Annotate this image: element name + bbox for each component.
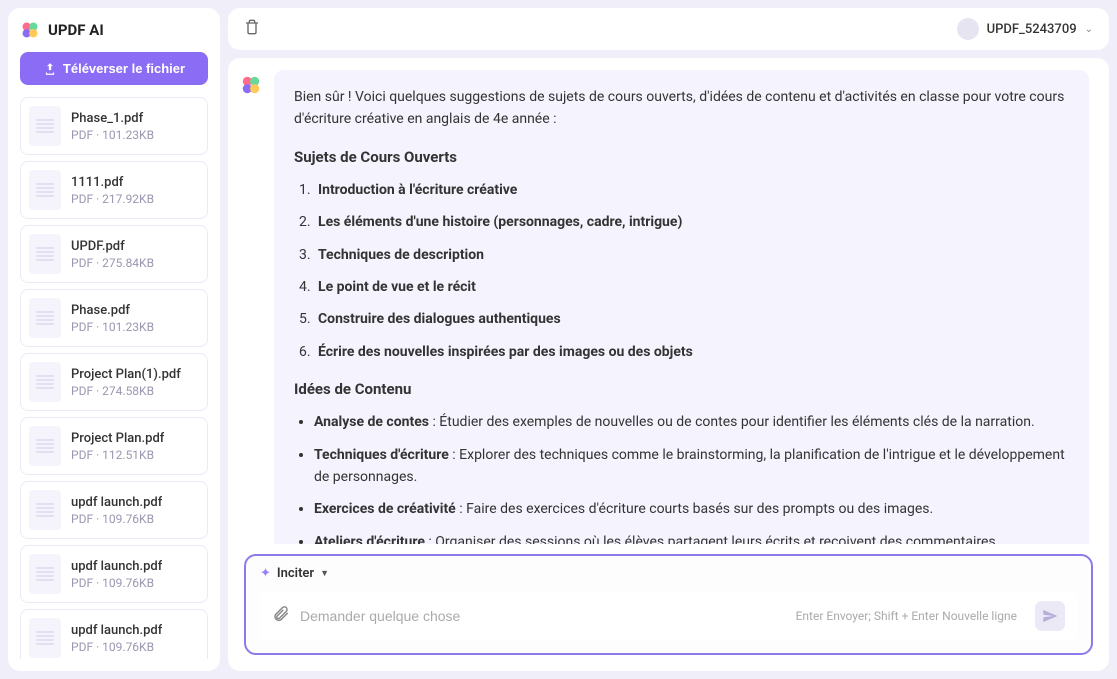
- attach-button[interactable]: [272, 605, 290, 627]
- sidebar-header: UPDF AI: [20, 20, 208, 40]
- file-name: 1111.pdf: [71, 175, 154, 190]
- input-card: ✦ Inciter ▼ Enter Envoyer; Shift + Enter…: [244, 554, 1093, 655]
- file-item[interactable]: Phase.pdf PDF · 101.23KB: [20, 289, 208, 347]
- sparkle-icon: ✦: [260, 566, 271, 581]
- sidebar: UPDF AI Téléverser le fichier Phase_1.pd…: [8, 8, 220, 671]
- input-row: Enter Envoyer; Shift + Enter Nouvelle li…: [260, 591, 1077, 641]
- trash-icon: [244, 19, 260, 35]
- paperclip-icon: [272, 605, 290, 623]
- list-item: Techniques d'écriture : Explorer des tec…: [314, 444, 1069, 489]
- chevron-down-icon: ⌄: [1085, 24, 1093, 35]
- assistant-message: Bien sûr ! Voici quelques suggestions de…: [240, 70, 1089, 544]
- file-meta: PDF · 109.76KB: [71, 640, 162, 654]
- upload-button[interactable]: Téléverser le fichier: [20, 52, 208, 85]
- list-item: Le point de vue et le récit: [314, 276, 1069, 298]
- list-item: Introduction à l'écriture créative: [314, 179, 1069, 201]
- delete-button[interactable]: [244, 19, 260, 39]
- input-hint: Enter Envoyer; Shift + Enter Nouvelle li…: [796, 609, 1017, 623]
- assistant-avatar-icon: [240, 74, 262, 96]
- chat-panel: Bien sûr ! Voici quelques suggestions de…: [228, 58, 1109, 671]
- main: UPDF_5243709 ⌄ Bien sûr ! Voici quelques…: [228, 8, 1109, 671]
- file-info: updf launch.pdf PDF · 109.76KB: [71, 623, 162, 654]
- file-name: Project Plan(1).pdf: [71, 367, 181, 382]
- bullet-list: Analyse de contes : Étudier des exemples…: [294, 411, 1069, 544]
- file-info: Phase_1.pdf PDF · 101.23KB: [71, 111, 154, 142]
- file-info: Phase.pdf PDF · 101.23KB: [71, 303, 154, 334]
- file-meta: PDF · 217.92KB: [71, 192, 154, 206]
- sidebar-title: UPDF AI: [48, 21, 104, 39]
- file-icon: [29, 618, 61, 658]
- file-icon: [29, 554, 61, 594]
- file-meta: PDF · 274.58KB: [71, 384, 181, 398]
- file-info: Project Plan(1).pdf PDF · 274.58KB: [71, 367, 181, 398]
- upload-icon: [43, 62, 57, 76]
- file-name: Phase.pdf: [71, 303, 154, 318]
- file-info: updf launch.pdf PDF · 109.76KB: [71, 495, 162, 526]
- topbar: UPDF_5243709 ⌄: [228, 8, 1109, 50]
- file-name: UPDF.pdf: [71, 239, 154, 254]
- file-item[interactable]: Phase_1.pdf PDF · 101.23KB: [20, 97, 208, 155]
- numbered-list: Introduction à l'écriture créative Les él…: [294, 179, 1069, 363]
- file-list: Phase_1.pdf PDF · 101.23KB 1111.pdf PDF …: [20, 97, 208, 659]
- file-meta: PDF · 101.23KB: [71, 128, 154, 142]
- file-icon: [29, 490, 61, 530]
- file-item[interactable]: updf launch.pdf PDF · 109.76KB: [20, 481, 208, 539]
- file-meta: PDF · 101.23KB: [71, 320, 154, 334]
- file-item[interactable]: Project Plan(1).pdf PDF · 274.58KB: [20, 353, 208, 411]
- file-icon: [29, 298, 61, 338]
- file-info: Project Plan.pdf PDF · 112.51KB: [71, 431, 164, 462]
- file-icon: [29, 170, 61, 210]
- username-label: UPDF_5243709: [987, 22, 1077, 37]
- file-name: updf launch.pdf: [71, 495, 162, 510]
- message-content: Bien sûr ! Voici quelques suggestions de…: [274, 70, 1089, 544]
- file-meta: PDF · 109.76KB: [71, 512, 162, 526]
- file-meta: PDF · 109.76KB: [71, 576, 162, 590]
- file-item[interactable]: updf launch.pdf PDF · 109.76KB: [20, 609, 208, 659]
- file-item[interactable]: UPDF.pdf PDF · 275.84KB: [20, 225, 208, 283]
- message-input[interactable]: [300, 608, 786, 624]
- file-icon: [29, 362, 61, 402]
- app-logo-icon: [20, 20, 40, 40]
- section-title: Idées de Contenu: [294, 377, 1069, 401]
- upload-label: Téléverser le fichier: [63, 61, 185, 76]
- file-info: UPDF.pdf PDF · 275.84KB: [71, 239, 154, 270]
- file-meta: PDF · 275.84KB: [71, 256, 154, 270]
- list-item: Les éléments d'une histoire (personnages…: [314, 211, 1069, 233]
- mode-label: Inciter: [277, 566, 314, 581]
- file-info: updf launch.pdf PDF · 109.76KB: [71, 559, 162, 590]
- file-name: Project Plan.pdf: [71, 431, 164, 446]
- mode-selector[interactable]: ✦ Inciter ▼: [260, 566, 1077, 581]
- list-item: Écrire des nouvelles inspirées par des i…: [314, 341, 1069, 363]
- file-item[interactable]: Project Plan.pdf PDF · 112.51KB: [20, 417, 208, 475]
- file-info: 1111.pdf PDF · 217.92KB: [71, 175, 154, 206]
- intro-text: Bien sûr ! Voici quelques suggestions de…: [294, 86, 1069, 131]
- list-item: Construire des dialogues authentiques: [314, 308, 1069, 330]
- list-item: Analyse de contes : Étudier des exemples…: [314, 411, 1069, 433]
- file-item[interactable]: 1111.pdf PDF · 217.92KB: [20, 161, 208, 219]
- send-button[interactable]: [1035, 601, 1065, 631]
- input-area: ✦ Inciter ▼ Enter Envoyer; Shift + Enter…: [228, 544, 1109, 671]
- user-menu[interactable]: UPDF_5243709 ⌄: [957, 18, 1093, 40]
- file-name: Phase_1.pdf: [71, 111, 154, 126]
- file-icon: [29, 234, 61, 274]
- section-title: Sujets de Cours Ouverts: [294, 145, 1069, 169]
- file-item[interactable]: updf launch.pdf PDF · 109.76KB: [20, 545, 208, 603]
- chat-body: Bien sûr ! Voici quelques suggestions de…: [228, 58, 1109, 544]
- file-icon: [29, 106, 61, 146]
- file-name: updf launch.pdf: [71, 623, 162, 638]
- send-icon: [1042, 608, 1058, 624]
- list-item: Exercices de créativité : Faire des exer…: [314, 498, 1069, 520]
- list-item: Ateliers d'écriture : Organiser des sess…: [314, 531, 1069, 544]
- avatar: [957, 18, 979, 40]
- file-meta: PDF · 112.51KB: [71, 448, 164, 462]
- file-name: updf launch.pdf: [71, 559, 162, 574]
- file-icon: [29, 426, 61, 466]
- caret-down-icon: ▼: [320, 568, 329, 579]
- list-item: Techniques de description: [314, 244, 1069, 266]
